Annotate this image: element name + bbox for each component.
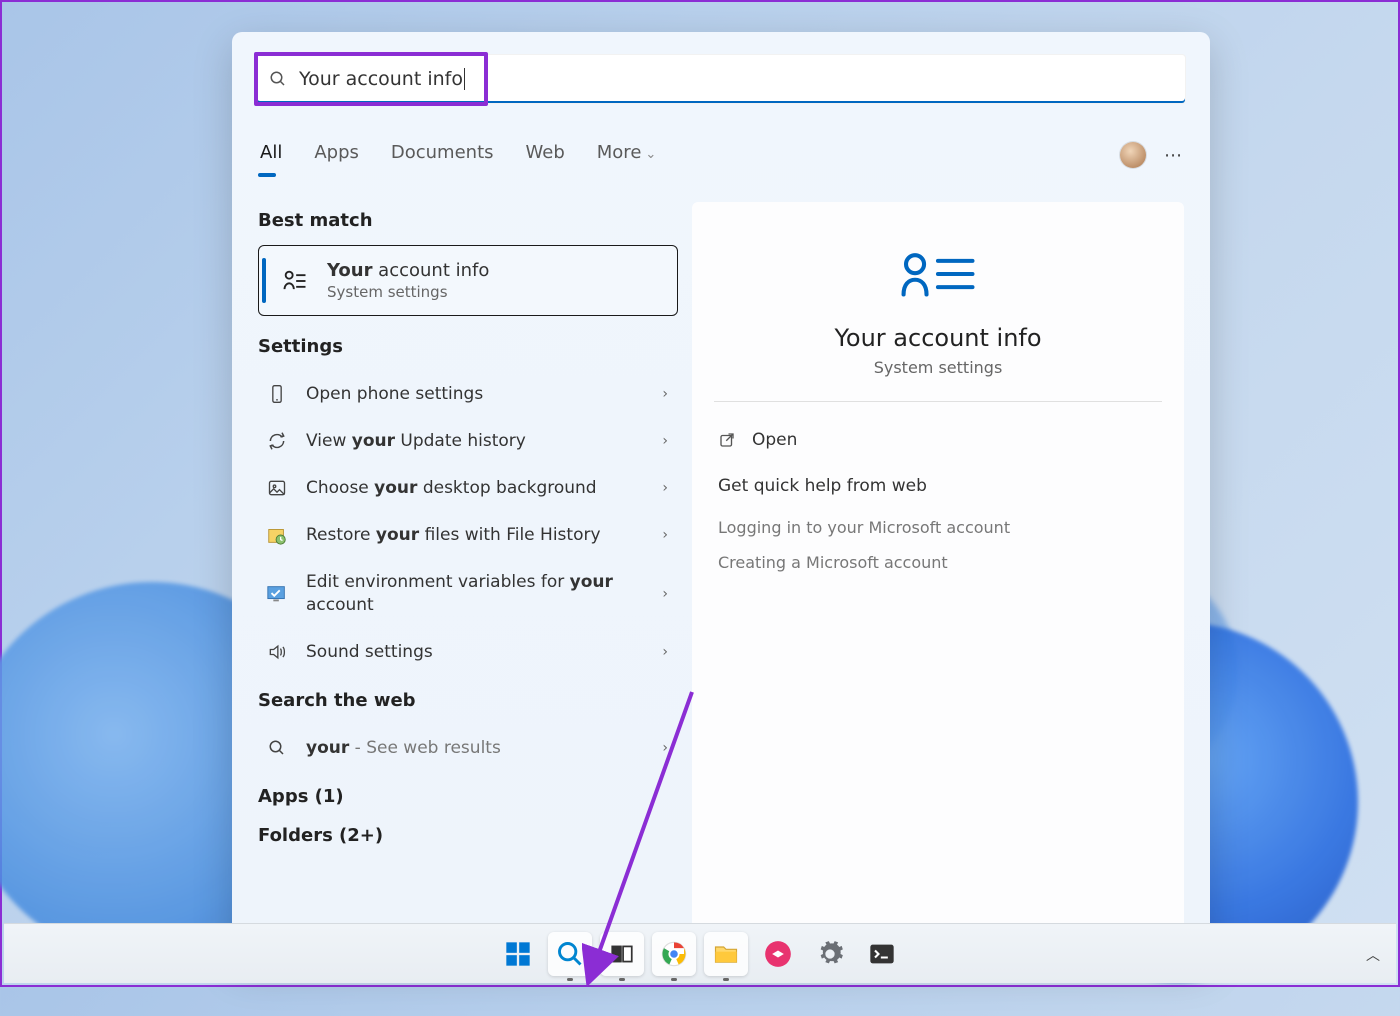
- taskbar-settings[interactable]: [808, 932, 852, 976]
- search-icon: [266, 737, 288, 759]
- search-input[interactable]: Your account info: [256, 54, 1186, 104]
- tray-overflow-chevron[interactable]: ︿: [1366, 945, 1380, 965]
- taskbar-file-explorer[interactable]: [704, 932, 748, 976]
- section-search-web: Search the web: [258, 690, 678, 711]
- help-link-login[interactable]: Logging in to your Microsoft account: [718, 510, 1158, 545]
- taskbar-task-view[interactable]: [600, 932, 644, 976]
- section-apps: Apps (1): [258, 786, 678, 807]
- refresh-icon: [266, 430, 288, 452]
- tab-more[interactable]: More⌄: [595, 132, 659, 173]
- settings-update-history[interactable]: View your Update history ›: [258, 418, 678, 465]
- chevron-right-icon: ›: [662, 740, 668, 756]
- account-info-large-icon: [897, 246, 979, 302]
- section-settings: Settings: [258, 336, 678, 357]
- settings-env-variables[interactable]: Edit environment variables for your acco…: [258, 559, 678, 629]
- tab-web[interactable]: Web: [524, 132, 567, 173]
- phone-icon: [266, 383, 288, 405]
- taskbar-terminal[interactable]: [860, 932, 904, 976]
- image-icon: [266, 477, 288, 499]
- settings-desktop-background[interactable]: Choose your desktop background ›: [258, 465, 678, 512]
- settings-file-history[interactable]: Restore your files with File History ›: [258, 512, 678, 559]
- settings-open-phone[interactable]: Open phone settings ›: [258, 371, 678, 418]
- monitor-check-icon: [266, 583, 288, 605]
- settings-sound[interactable]: Sound settings ›: [258, 629, 678, 676]
- help-link-create-account[interactable]: Creating a Microsoft account: [718, 545, 1158, 580]
- open-external-icon: [718, 431, 736, 449]
- divider: [714, 401, 1162, 402]
- preview-title: Your account info: [718, 324, 1158, 352]
- filter-tabs: All Apps Documents Web More⌄: [258, 132, 658, 173]
- preview-subtitle: System settings: [718, 358, 1158, 377]
- search-query-text: Your account info: [299, 68, 1173, 91]
- chevron-right-icon: ›: [662, 527, 668, 543]
- chevron-right-icon: ›: [662, 586, 668, 602]
- results-column: Best match Your account info System sett…: [258, 202, 678, 950]
- open-action[interactable]: Open: [718, 420, 1158, 460]
- tab-documents[interactable]: Documents: [389, 132, 496, 173]
- taskbar: ︿: [4, 923, 1396, 983]
- speaker-icon: [266, 641, 288, 663]
- preview-pane: Your account info System settings Open G…: [692, 202, 1184, 950]
- chevron-right-icon: ›: [662, 386, 668, 402]
- taskbar-app-pink[interactable]: [756, 932, 800, 976]
- panel-more-button[interactable]: ⋯: [1164, 145, 1184, 166]
- web-search-result[interactable]: your - See web results ›: [258, 725, 678, 772]
- file-history-icon: [266, 524, 288, 546]
- taskbar-search-button[interactable]: [548, 932, 592, 976]
- chevron-right-icon: ›: [662, 480, 668, 496]
- start-button[interactable]: [496, 932, 540, 976]
- chevron-right-icon: ›: [662, 433, 668, 449]
- tab-all[interactable]: All: [258, 132, 284, 173]
- account-info-icon: [281, 267, 309, 295]
- section-best-match: Best match: [258, 210, 678, 231]
- best-match-result[interactable]: Your account info System settings: [258, 245, 678, 316]
- user-avatar[interactable]: [1120, 142, 1146, 168]
- tab-apps[interactable]: Apps: [312, 132, 361, 173]
- taskbar-chrome[interactable]: [652, 932, 696, 976]
- section-folders: Folders (2+): [258, 825, 678, 846]
- chevron-right-icon: ›: [662, 644, 668, 660]
- search-panel: Your account info All Apps Documents Web…: [232, 32, 1210, 960]
- search-icon: [269, 70, 287, 88]
- help-heading: Get quick help from web: [718, 476, 1158, 496]
